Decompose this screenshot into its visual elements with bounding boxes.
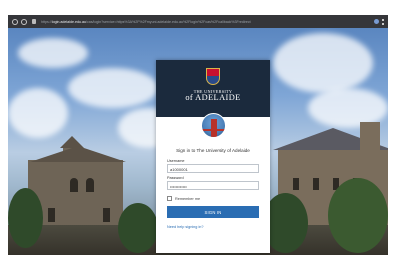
sign-in-card: THE UNIVERSITY of ADELAIDE Sign in to Th… (156, 60, 270, 253)
browser-menu-icon[interactable] (382, 18, 384, 25)
left-roof (30, 146, 126, 162)
reload-icon[interactable] (21, 18, 27, 25)
tree (328, 178, 388, 253)
back-icon[interactable] (12, 18, 18, 25)
right-tower (360, 122, 380, 152)
username-label: Username (167, 159, 185, 163)
cloud (18, 38, 88, 68)
password-field[interactable]: •••••••••••• (167, 181, 259, 190)
window (103, 208, 110, 222)
university-crest-icon (206, 68, 220, 86)
url-host: login.adelaide.edu.au (51, 19, 86, 24)
url-field[interactable]: https://login.adelaide.edu.au/cas/login?… (41, 20, 371, 24)
cloud (8, 88, 68, 138)
window (48, 208, 55, 222)
url-path: /cas/login?service=https%3A%2F%2Fmyuni.a… (85, 19, 251, 24)
extension-icon[interactable] (374, 19, 379, 24)
tree (8, 188, 43, 248)
window (293, 178, 299, 190)
brand-big-text: of ADELAIDE (185, 93, 241, 103)
sign-in-form: Sign in to The University of Adelaide Us… (167, 148, 259, 229)
remember-me-row[interactable]: Remember me (167, 196, 259, 201)
remember-me-label: Remember me (175, 196, 201, 201)
window (313, 178, 319, 190)
help-link[interactable]: Need help signing in? (167, 225, 259, 229)
bridge-avatar-icon (201, 113, 226, 138)
browser-address-bar: https://login.adelaide.edu.au/cas/login?… (8, 15, 388, 28)
cloud (273, 33, 373, 93)
lock-icon[interactable] (32, 19, 36, 24)
card-header: THE UNIVERSITY of ADELAIDE (156, 60, 270, 117)
cloud (68, 68, 158, 108)
username-field[interactable]: a1000001 (167, 164, 259, 173)
sign-in-title: Sign in to The University of Adelaide (176, 148, 250, 153)
password-label: Password (167, 176, 184, 180)
remember-me-checkbox[interactable] (167, 196, 172, 201)
tree (118, 203, 158, 253)
url-prefix: https:// (41, 19, 52, 24)
window (70, 178, 78, 192)
sign-in-button[interactable]: SIGN IN (167, 206, 259, 218)
window (86, 178, 94, 192)
